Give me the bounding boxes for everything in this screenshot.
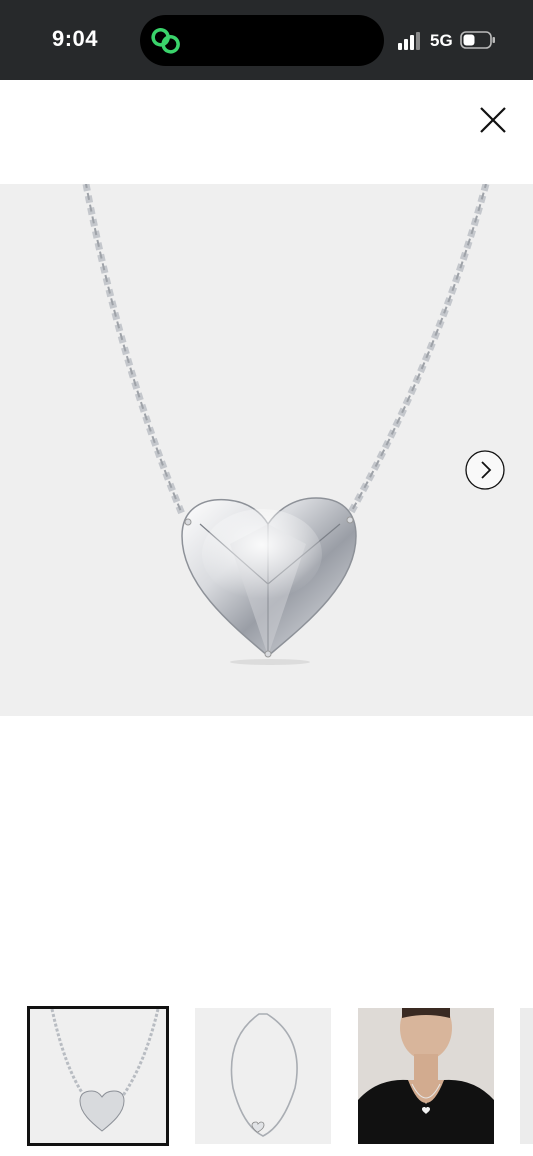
close-icon[interactable] <box>476 103 510 137</box>
status-time: 9:04 <box>52 26 99 51</box>
status-bar: 9:04 5G <box>0 0 533 80</box>
chevron-right-icon[interactable] <box>465 450 505 490</box>
thumbnail-heart-closeup[interactable] <box>27 1006 169 1146</box>
thumbnail-full-necklace[interactable] <box>195 1008 331 1144</box>
main-product-image[interactable] <box>0 184 533 716</box>
modal-header <box>0 80 533 184</box>
heart-pendant-image <box>82 184 490 665</box>
signal-icon <box>398 32 420 50</box>
app-link-icon <box>151 28 180 54</box>
thumbnail-model-wearing[interactable] <box>358 1008 494 1144</box>
thumbnail-partial[interactable] <box>520 1008 533 1144</box>
thumbnail-strip <box>0 1006 533 1150</box>
network-type: 5G <box>430 31 453 50</box>
dynamic-island <box>140 15 384 66</box>
battery-icon <box>460 31 495 49</box>
